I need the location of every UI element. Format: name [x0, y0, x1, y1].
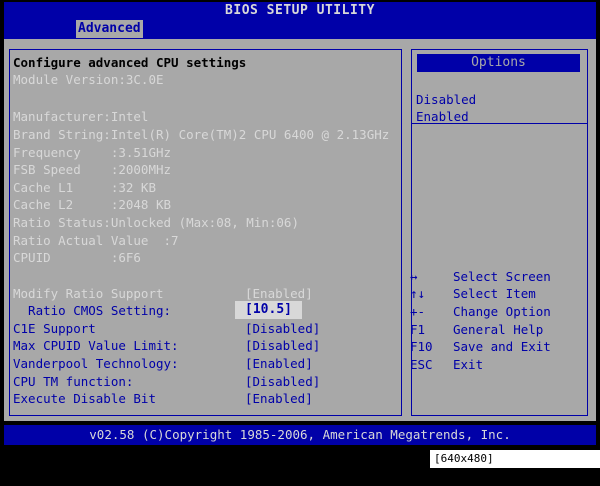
setting-ratio-cmos-value[interactable]: [10.5] [235, 301, 302, 319]
setting-ratio-cmos-label: Ratio CMOS Setting: [13, 303, 172, 318]
setting-execute-disable-label: Execute Disable Bit [13, 391, 156, 406]
help-key-f1: F1 [410, 322, 426, 337]
setting-vanderpool-label: Vanderpool Technology: [13, 356, 179, 371]
option-enabled[interactable]: Enabled [416, 109, 469, 125]
help-key-f10: F10 [410, 339, 433, 354]
help-save-exit: Save and Exit [453, 339, 551, 354]
info-ratio-status: Ratio Status:Unlocked (Max:08, Min:06) [13, 215, 299, 230]
setting-vanderpool-value[interactable]: [Enabled] [245, 356, 313, 372]
help-general-help: General Help [453, 322, 544, 337]
help-exit: Exit [453, 357, 484, 372]
setting-cpu-tm-value[interactable]: [Disabled] [245, 374, 320, 390]
setting-execute-disable-value[interactable]: [Enabled] [245, 391, 313, 407]
info-cpuid: CPUID :6F6 [13, 250, 141, 265]
up-down-arrow-icon: ↑↓ [410, 286, 426, 301]
info-cache-l2: Cache L2 :2048 KB [13, 197, 172, 212]
info-cache-l1: Cache L1 :32 KB [13, 180, 156, 195]
left-right-arrow-icon: ↔ [410, 269, 418, 284]
setting-max-cpuid-label: Max CPUID Value Limit: [13, 338, 179, 353]
setting-max-cpuid-value[interactable]: [Disabled] [245, 338, 320, 354]
window-title: BIOS SETUP UTILITY [4, 2, 596, 19]
options-header: Options [417, 54, 580, 72]
copyright-footer: v02.58 (C)Copyright 1985-2006, American … [4, 425, 596, 445]
info-brand-string: Brand String:Intel(R) Core(TM)2 CPU 6400… [13, 127, 390, 142]
tab-bar: Advanced [4, 19, 596, 39]
module-version: Module Version:3C.0E [13, 72, 164, 87]
tab-advanced[interactable]: Advanced [76, 20, 143, 38]
help-key-esc: ESC [410, 357, 433, 372]
info-ratio-actual: Ratio Actual Value :7 [13, 233, 179, 248]
image-caption: [640x480] https://upic.me/ [430, 450, 600, 483]
info-fsb-speed: FSB Speed :2000MHz [13, 162, 172, 177]
help-select-screen: Select Screen [453, 269, 551, 284]
setting-modify-ratio-value[interactable]: [Enabled] [245, 286, 313, 302]
setting-cpu-tm-label: CPU TM function: [13, 374, 134, 389]
section-title: Configure advanced CPU settings [13, 55, 247, 70]
setting-modify-ratio-label: Modify Ratio Support [13, 286, 164, 301]
help-change-option: Change Option [453, 304, 551, 319]
help-key-plus-minus: +- [410, 304, 426, 319]
info-manufacturer: Manufacturer:Intel [13, 109, 149, 124]
main-panel: Configure advanced CPU settings Module V… [4, 39, 596, 421]
help-select-item: Select Item [453, 286, 536, 301]
info-frequency: Frequency :3.51GHz [13, 145, 172, 160]
bios-screen: BIOS SETUP UTILITY Advanced Configure ad… [0, 0, 600, 483]
option-disabled[interactable]: Disabled [416, 92, 476, 108]
setting-c1e-value[interactable]: [Disabled] [245, 321, 320, 337]
setting-c1e-label: C1E Support [13, 321, 96, 336]
